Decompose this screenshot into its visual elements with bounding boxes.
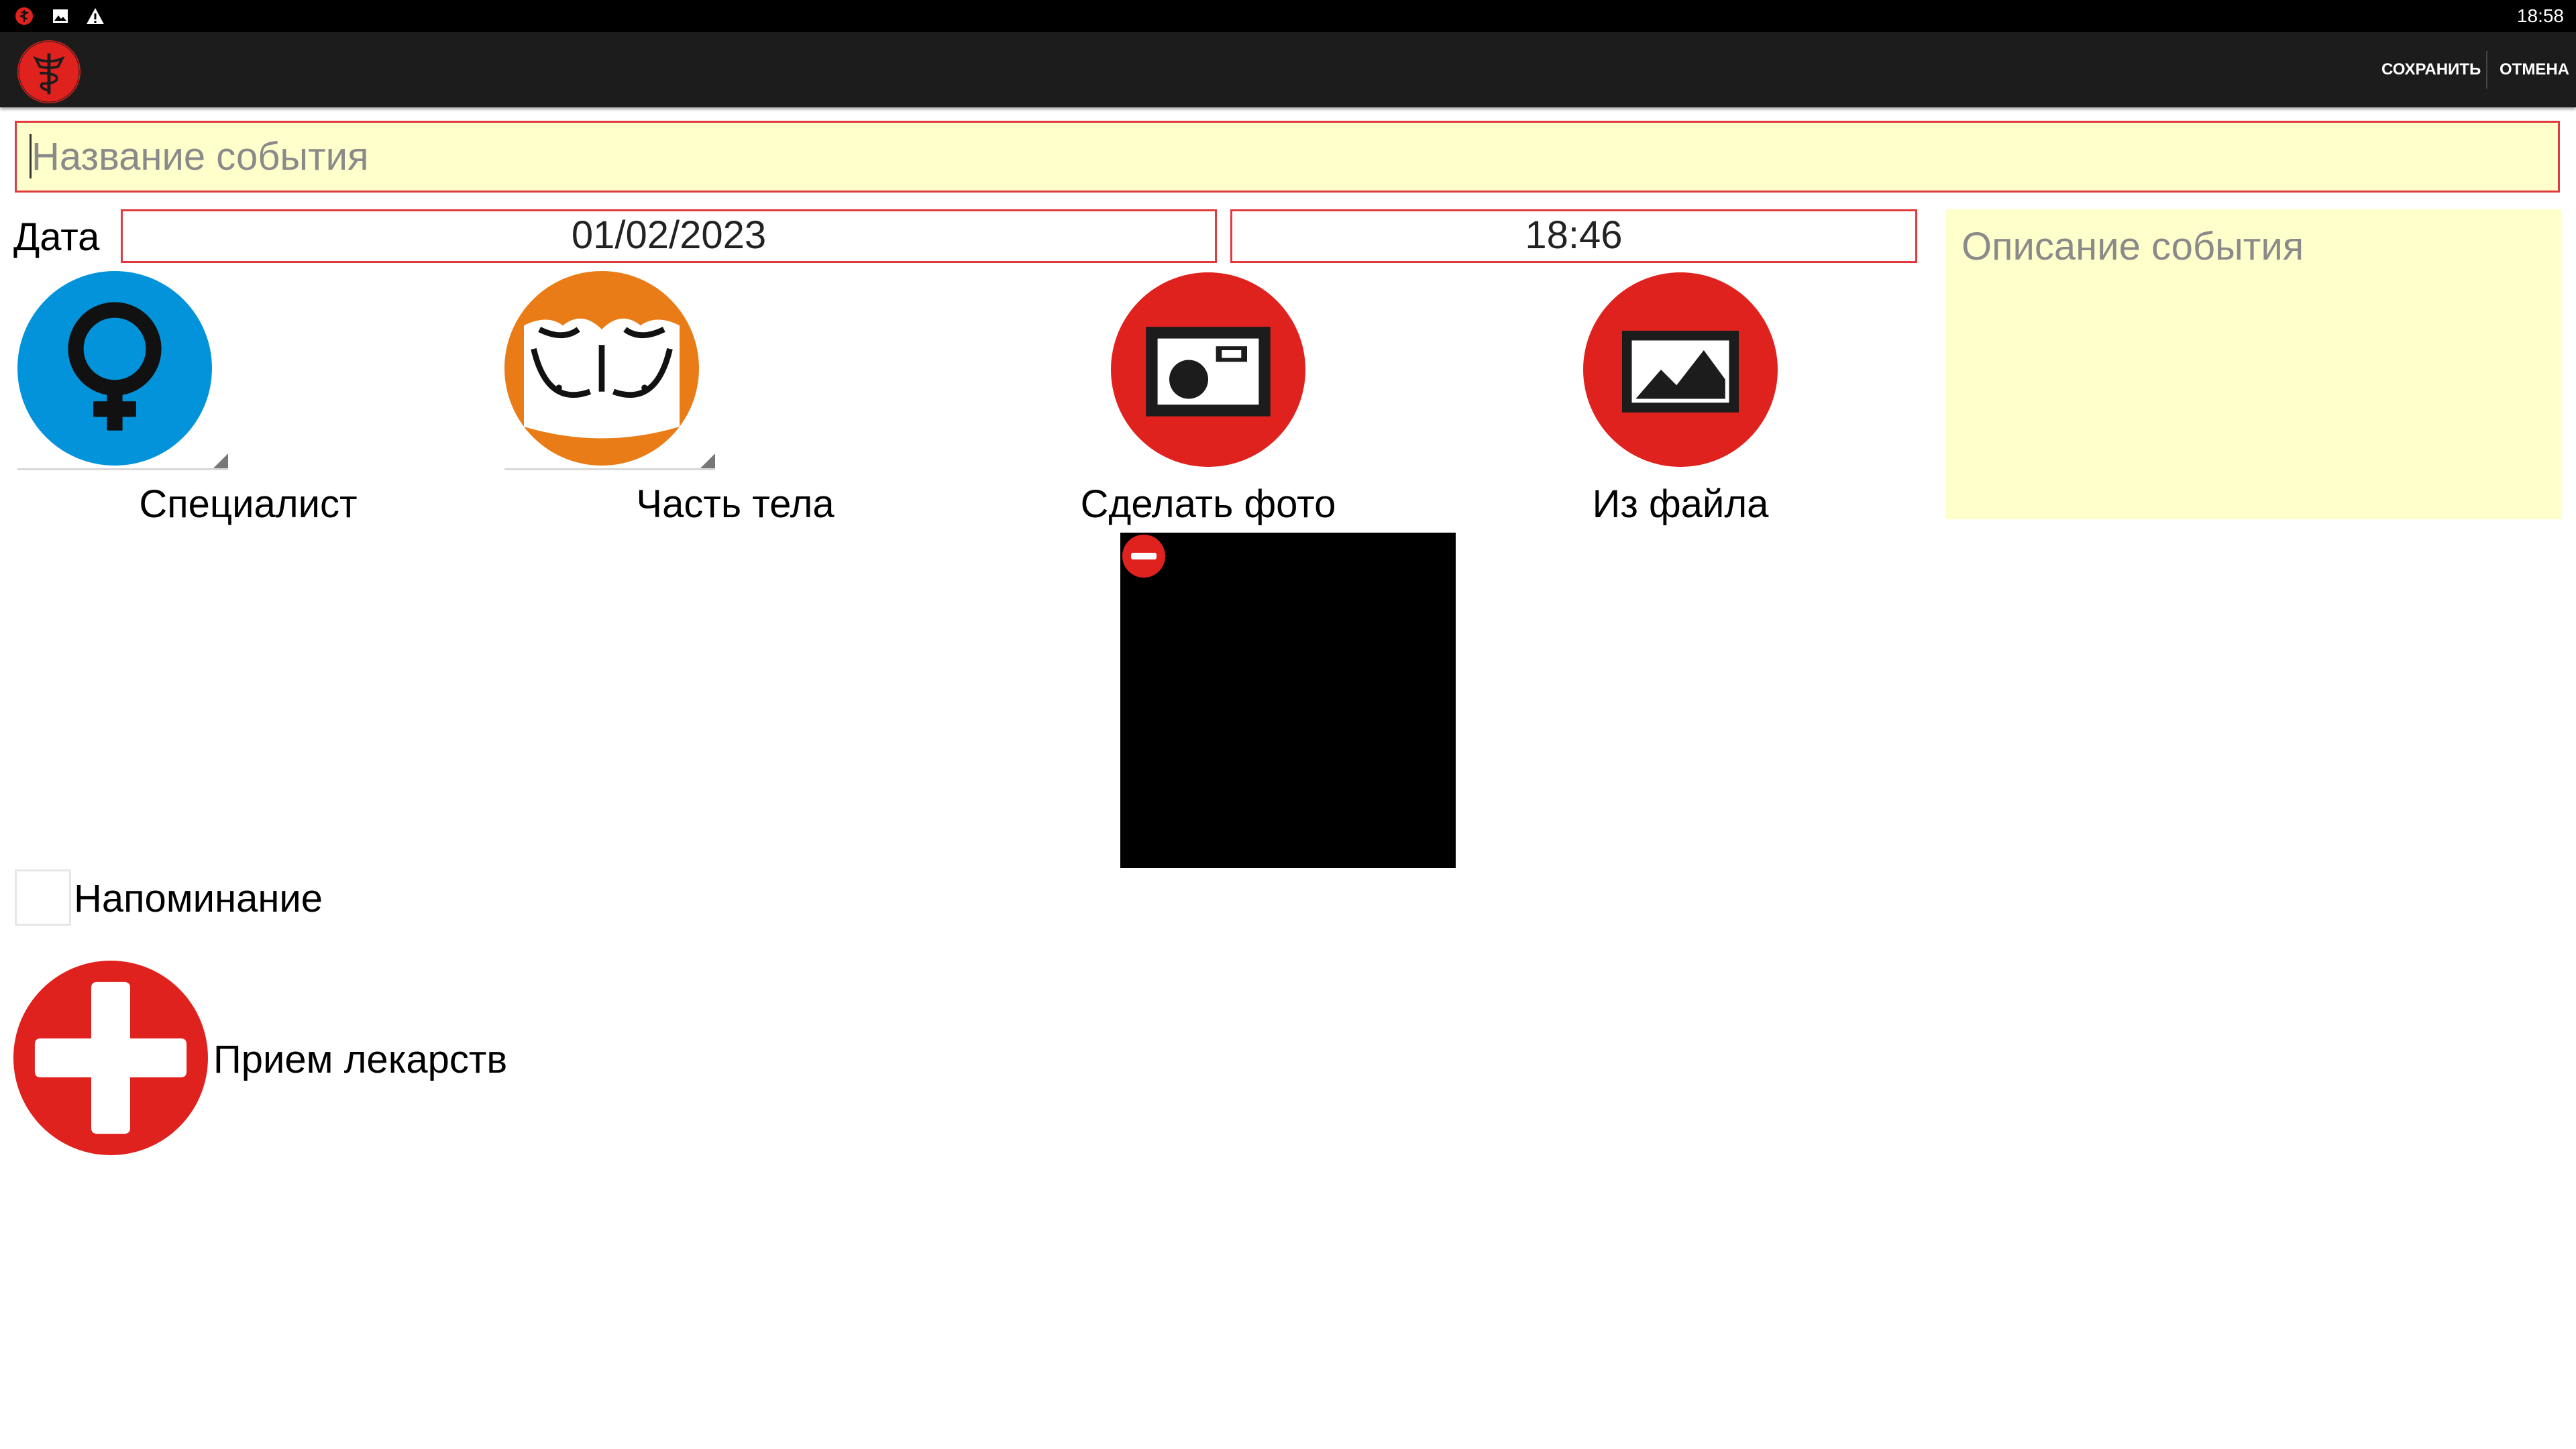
image-notification-icon — [53, 9, 68, 23]
specialist-label: Специалист — [139, 482, 358, 526]
from-file-label: Из файла — [1592, 482, 1769, 526]
save-button[interactable]: Сохранить — [2381, 32, 2481, 107]
event-description-input[interactable] — [1945, 209, 2561, 519]
picture-icon[interactable] — [1583, 272, 1778, 467]
action-separator — [2486, 51, 2487, 89]
torso-icon[interactable] — [504, 271, 699, 466]
time-field[interactable]: 18:46 — [1230, 209, 1917, 263]
body-part-spinner-underline — [504, 468, 715, 470]
warning-notification-icon — [87, 8, 104, 24]
medication-label: Прием лекарств — [213, 1038, 508, 1081]
reminder-label: Напоминание — [74, 877, 323, 920]
specialist-spinner-underline — [17, 468, 228, 470]
photo-thumbnail[interactable] — [1120, 533, 1456, 868]
action-bar — [0, 32, 2576, 107]
caduceus-logo[interactable] — [16, 39, 82, 105]
cancel-button[interactable]: Отмена — [2500, 32, 2569, 107]
medical-cross-icon[interactable] — [13, 961, 208, 1155]
status-bar — [0, 0, 2576, 32]
event-title-input[interactable] — [15, 121, 2560, 193]
text-caret — [30, 134, 32, 178]
body-part-label: Часть тела — [636, 482, 835, 526]
date-field[interactable]: 01/02/2023 — [121, 209, 1217, 263]
camera-icon[interactable] — [1111, 272, 1305, 467]
status-time: 18:58 — [2516, 5, 2564, 26]
female-symbol-icon[interactable] — [17, 271, 212, 466]
date-label: Дата — [13, 215, 100, 259]
remove-icon[interactable] — [1122, 534, 1166, 578]
reminder-checkbox[interactable] — [15, 869, 71, 926]
specialist-spinner-arrow[interactable] — [213, 453, 228, 468]
app-notification-icon — [15, 7, 33, 25]
body-part-spinner-arrow[interactable] — [700, 453, 715, 468]
take-photo-label: Сделать фото — [1080, 482, 1336, 526]
